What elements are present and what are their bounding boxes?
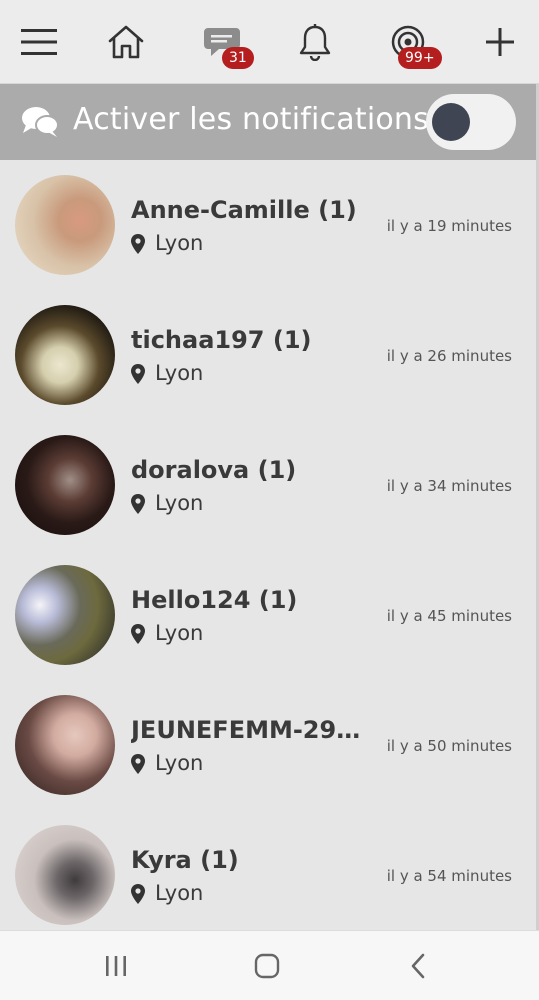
chat-bubbles-icon	[22, 107, 59, 137]
location-pin-icon	[131, 624, 145, 644]
item-name: Hello124 (1)	[131, 586, 298, 614]
item-time: il y a 45 minutes	[386, 607, 512, 625]
item-location: Lyon	[155, 751, 204, 775]
menu-icon	[21, 29, 57, 55]
avatar	[15, 565, 115, 665]
avatar	[15, 695, 115, 795]
notifications-label: Activer les notifications	[73, 102, 429, 137]
item-time: il y a 34 minutes	[386, 477, 512, 495]
item-location: Lyon	[155, 231, 204, 255]
menu-button[interactable]	[9, 0, 69, 84]
home-button[interactable]	[96, 0, 156, 84]
item-name: Anne-Camille (1)	[131, 196, 357, 224]
item-time: il y a 50 minutes	[386, 737, 512, 755]
item-name: Kyra (1)	[131, 846, 239, 874]
plus-icon	[486, 28, 514, 56]
bell-icon	[299, 24, 331, 61]
system-home-button[interactable]	[227, 931, 307, 1000]
back-icon	[411, 953, 425, 979]
system-nav-bar	[0, 930, 539, 1000]
notifications-button[interactable]	[285, 0, 345, 84]
item-time: il y a 19 minutes	[386, 217, 512, 235]
list-item[interactable]: JEUNEFEMM-295... Lyon il y a 50 minutes	[0, 680, 536, 810]
list-item[interactable]: Anne-Camille (1) Lyon il y a 19 minutes	[0, 160, 536, 290]
item-location: Lyon	[155, 491, 204, 515]
item-name: JEUNEFEMM-295...	[131, 716, 366, 744]
notifications-toggle[interactable]	[426, 94, 516, 150]
list-item[interactable]: doralova (1) Lyon il y a 34 minutes	[0, 420, 536, 550]
avatar	[15, 175, 115, 275]
item-time: il y a 26 minutes	[386, 347, 512, 365]
avatar	[15, 435, 115, 535]
location-pin-icon	[131, 754, 145, 774]
list-item[interactable]: Kyra (1) Lyon il y a 54 minutes	[0, 810, 536, 930]
back-button[interactable]	[378, 931, 458, 1000]
recent-apps-icon	[106, 956, 126, 976]
item-location: Lyon	[155, 361, 204, 385]
location-pin-icon	[131, 494, 145, 514]
toggle-knob	[432, 103, 470, 141]
home-button-icon	[254, 953, 280, 979]
item-name: tichaa197 (1)	[131, 326, 312, 354]
item-name: doralova (1)	[131, 456, 297, 484]
list-item[interactable]: tichaa197 (1) Lyon il y a 26 minutes	[0, 290, 536, 420]
visits-badge: 99+	[398, 47, 442, 69]
home-icon	[108, 25, 144, 59]
location-pin-icon	[131, 884, 145, 904]
recent-apps-button[interactable]	[76, 931, 156, 1000]
visits-button[interactable]: 99+	[378, 0, 442, 84]
location-pin-icon	[131, 364, 145, 384]
add-button[interactable]	[470, 0, 530, 84]
avatar	[15, 305, 115, 405]
item-time: il y a 54 minutes	[386, 867, 512, 885]
messages-badge: 31	[222, 47, 254, 69]
location-pin-icon	[131, 234, 145, 254]
top-bar: 31 99+	[0, 0, 539, 84]
item-location: Lyon	[155, 881, 204, 905]
list-item[interactable]: Hello124 (1) Lyon il y a 45 minutes	[0, 550, 536, 680]
messages-button[interactable]: 31	[192, 0, 254, 84]
item-location: Lyon	[155, 621, 204, 645]
conversation-list: Anne-Camille (1) Lyon il y a 19 minutes …	[0, 160, 536, 930]
avatar	[15, 825, 115, 925]
notifications-bar: Activer les notifications	[0, 84, 536, 160]
